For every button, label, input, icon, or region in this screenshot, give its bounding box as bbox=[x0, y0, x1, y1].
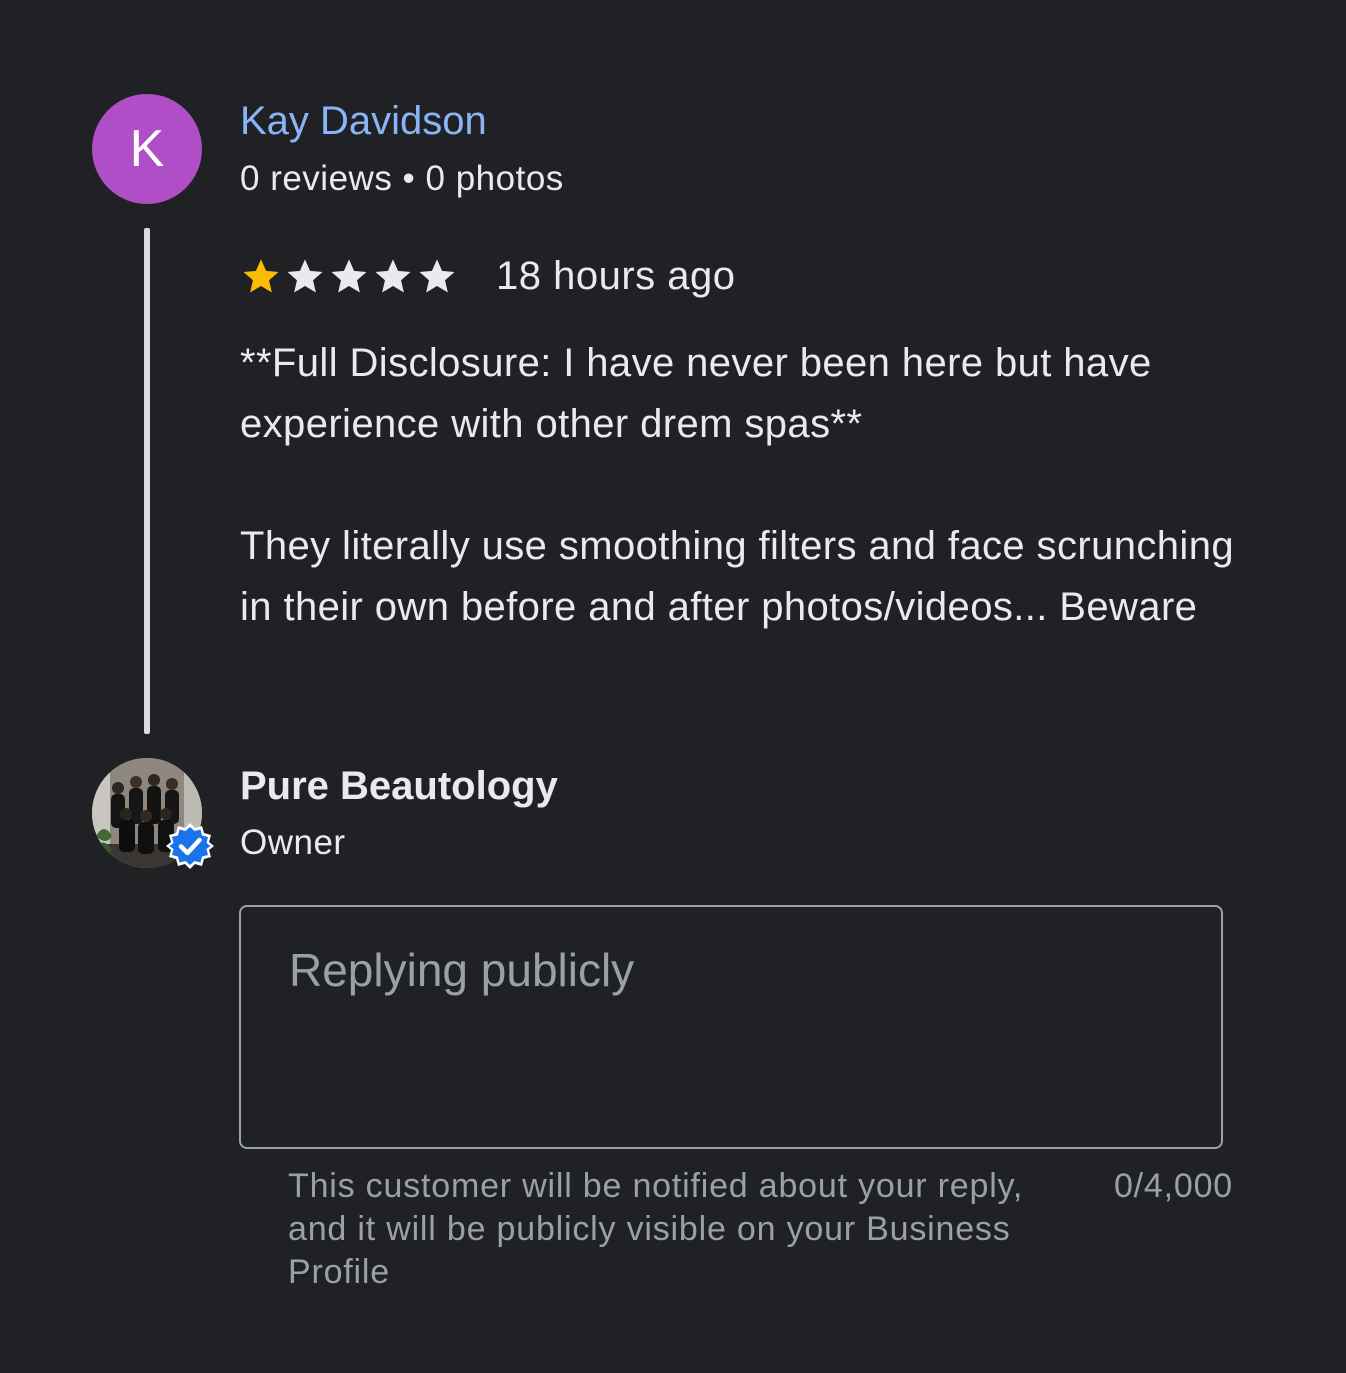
reply-helper-text: This customer will be notified about you… bbox=[288, 1167, 1024, 1291]
verified-check-icon bbox=[166, 823, 214, 869]
thread-line bbox=[144, 228, 150, 734]
star-icon bbox=[331, 259, 367, 293]
star-icon bbox=[375, 259, 411, 293]
star-rating bbox=[240, 255, 458, 297]
reviewer-name[interactable]: Kay Davidson bbox=[240, 99, 487, 144]
char-counter: 0/4,000 bbox=[1113, 1167, 1233, 1205]
reply-field[interactable] bbox=[239, 905, 1223, 1149]
star-icon bbox=[287, 259, 323, 293]
review-timestamp: 18 hours ago bbox=[496, 253, 736, 298]
rating-row: 18 hours ago bbox=[240, 252, 736, 300]
star-icon bbox=[419, 259, 455, 293]
reply-input[interactable] bbox=[241, 907, 1221, 1147]
reviewer-meta: 0 reviews • 0 photos bbox=[240, 159, 564, 198]
review-text: **Full Disclosure: I have never been her… bbox=[240, 341, 1234, 629]
owner-role: Owner bbox=[240, 823, 346, 862]
owner-name: Pure Beautology bbox=[240, 764, 558, 808]
star-icon bbox=[243, 259, 279, 293]
reviewer-avatar-initial: K bbox=[129, 120, 165, 178]
reviewer-avatar[interactable]: K bbox=[92, 94, 202, 204]
